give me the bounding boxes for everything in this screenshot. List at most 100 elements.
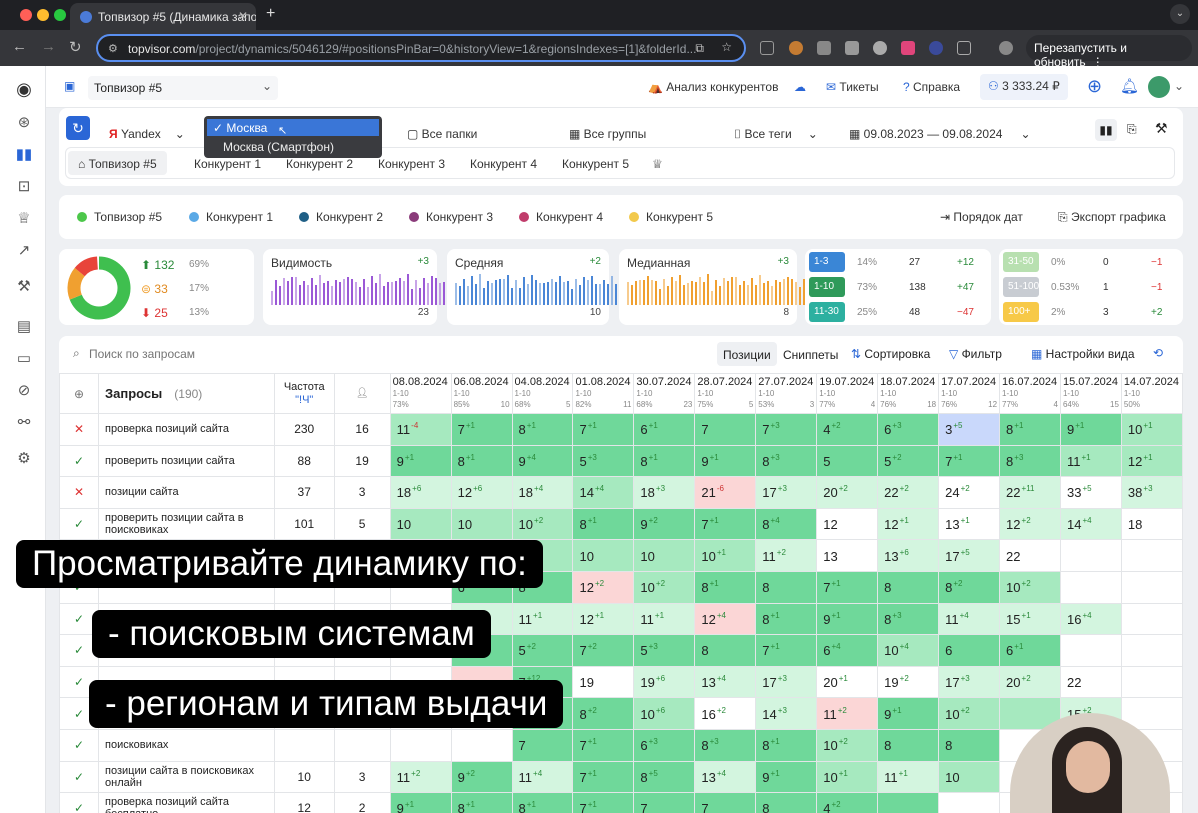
position-cell[interactable]: 18+3 [633,476,696,509]
date-column-header[interactable]: 15.07.2024 1-10 64% 15 [1059,373,1122,414]
position-cell[interactable]: 9+1 [694,444,757,478]
position-cell[interactable]: 19 [572,665,635,699]
position-cell[interactable]: 8+3 [877,602,940,636]
bookmark-star-icon[interactable]: ☆ [721,40,732,54]
position-cell[interactable]: 11+2 [816,697,879,730]
trend-icon[interactable]: ↗ [15,242,33,260]
legend-item[interactable]: Конкурент 3 [409,210,493,224]
position-cell[interactable]: 6+3 [633,728,696,762]
shield-extension-icon[interactable] [845,41,859,55]
position-cell[interactable]: 10+1 [816,760,879,794]
position-cell[interactable]: 10+2 [633,570,696,604]
date-range-select[interactable]: ▦ 09.08.2023 — 09.08.2024 ⌄ [849,127,1031,141]
chip-competitor-5[interactable]: Конкурент 5 [552,151,639,175]
bell-icon[interactable]: 🔔︎ [1120,77,1139,95]
status-icon[interactable]: ✓ [59,792,99,813]
position-cell[interactable]: 11+1 [877,760,940,794]
position-cell[interactable]: 13+4 [694,760,757,794]
table-row[interactable]: ✓ проверить позиции сайта 88 19 9+1 8+1 9+4 5+3… [59,444,1183,478]
position-cell[interactable]: 17+3 [938,665,1001,699]
forward-icon[interactable]: → [41,38,56,55]
position-cell[interactable]: 21-6 [694,476,757,509]
close-tab-icon[interactable]: ✕ [238,9,248,23]
position-cell[interactable]: 9+2 [450,760,513,794]
profile-avatar-icon[interactable] [999,41,1013,55]
position-cell[interactable] [1120,539,1183,572]
position-cell[interactable]: 7+1 [572,760,635,794]
position-cell[interactable]: 22+11 [999,476,1061,509]
position-cell[interactable]: 9+4 [511,444,574,478]
position-cell[interactable]: 8 [755,792,818,813]
tickets-link[interactable]: ✉ Тикеты [826,80,879,94]
trophy-icon[interactable]: ♕ [642,151,673,175]
position-cell[interactable]: 13+1 [938,507,1001,541]
position-cell[interactable]: 8+2 [938,570,1001,604]
tab-search-icon[interactable]: ⌄ [1170,4,1190,24]
range-100-plus[interactable]: 100+ 2% 3 +2 [1003,302,1183,322]
query-text[interactable]: проверка позиций сайта [98,413,275,446]
extensions-puzzle-icon[interactable] [957,41,971,55]
legend-item[interactable]: Конкурент 5 [629,210,713,224]
position-cell[interactable]: 10 [572,539,635,572]
position-cell[interactable]: 14+4 [1059,507,1122,541]
status-icon[interactable]: ✓ [59,760,99,794]
inbox-icon[interactable]: ▭ [15,350,33,368]
groups-select[interactable]: ▦ Все группы [569,127,646,141]
position-cell[interactable]: 8 [938,728,1001,762]
position-cell[interactable]: 8+1 [755,728,818,762]
position-cell[interactable]: 8+5 [633,760,696,794]
abp-extension-icon[interactable] [873,41,887,55]
crosshair-icon[interactable]: ⊕ [59,373,99,414]
add-icon[interactable]: ⊕ [1087,76,1102,97]
position-cell[interactable]: 12+1 [1120,444,1183,478]
tags-select[interactable]: ⌷ Все теги ⌄ [734,127,818,142]
cloud-sync-icon[interactable]: ☁ [794,80,806,94]
frequency-header[interactable]: Частота "!Ч" [273,373,335,414]
reload-icon[interactable]: ↻ [69,38,82,56]
position-cell[interactable] [938,792,1001,813]
check-magnify-icon[interactable]: ⊘ [15,382,33,400]
avatar-chevron-icon[interactable]: ⌄ [1174,79,1184,93]
position-cell[interactable]: 6+1 [633,413,696,446]
date-column-header[interactable]: 18.07.2024 1-10 76% 18 [877,373,940,414]
position-cell[interactable]: 10+6 [633,697,696,730]
position-cell[interactable]: 7+1 [816,570,879,604]
query-text[interactable]: поисковиках [98,728,275,762]
position-cell[interactable]: 11+4 [938,602,1001,636]
position-cell[interactable] [1120,570,1183,604]
position-cell[interactable]: 8+1 [572,507,635,541]
export-icon[interactable]: ⎘ [1127,122,1137,137]
back-icon[interactable]: ← [12,38,27,55]
query-text[interactable]: проверка позиций сайта бесплатно [98,792,275,813]
position-cell[interactable]: 7+1 [572,728,635,762]
position-cell[interactable]: 5+2 [877,444,940,478]
date-column-header[interactable]: 19.07.2024 1-10 77% 4 [816,373,879,414]
cookie-extension-icon[interactable] [789,41,803,55]
position-cell[interactable]: 8+1 [999,413,1061,446]
site-info-icon[interactable]: ⚙ [108,42,118,55]
position-cell[interactable]: 16+4 [1059,602,1122,636]
range-51-100[interactable]: 51-100 0.53% 1 −1 [1003,277,1183,297]
status-icon[interactable]: ✓ [59,444,99,478]
position-cell[interactable]: 7 [633,792,696,813]
range-1-3[interactable]: 1-3 14% 27 +12 [809,252,989,272]
position-cell[interactable]: 13+4 [694,665,757,699]
refresh-icon[interactable]: ↻ [66,116,90,140]
position-cell[interactable]: 10+4 [877,634,940,667]
legend-item[interactable]: Конкурент 4 [519,210,603,224]
status-icon[interactable]: ✕ [59,413,99,446]
position-cell[interactable]: 7+1 [755,634,818,667]
screenshot-icon[interactable] [760,41,774,55]
position-cell[interactable]: 8+1 [450,444,513,478]
position-cell[interactable]: 17+3 [755,665,818,699]
table-row[interactable]: ✓ поисковиках 7 7+1 6+3 8+3 8+1 10+2 8 8 [59,728,1183,762]
position-cell[interactable]: 4+2 [816,792,879,813]
positions-icon[interactable]: ⊛ [15,114,33,132]
export-chart-button[interactable]: ⎘ Экспорт графика [1058,210,1166,225]
date-column-header[interactable]: 28.07.2024 1-10 75% 5 [694,373,757,414]
query-text[interactable]: проверить позиции сайта в поисковиках [98,507,275,541]
position-cell[interactable]: 17+5 [938,539,1001,572]
position-cell[interactable]: 7+1 [938,444,1001,478]
table-row[interactable]: ✓ проверить позиции сайта в поисковиках 10… [59,507,1183,541]
position-cell[interactable]: 6+4 [816,634,879,667]
